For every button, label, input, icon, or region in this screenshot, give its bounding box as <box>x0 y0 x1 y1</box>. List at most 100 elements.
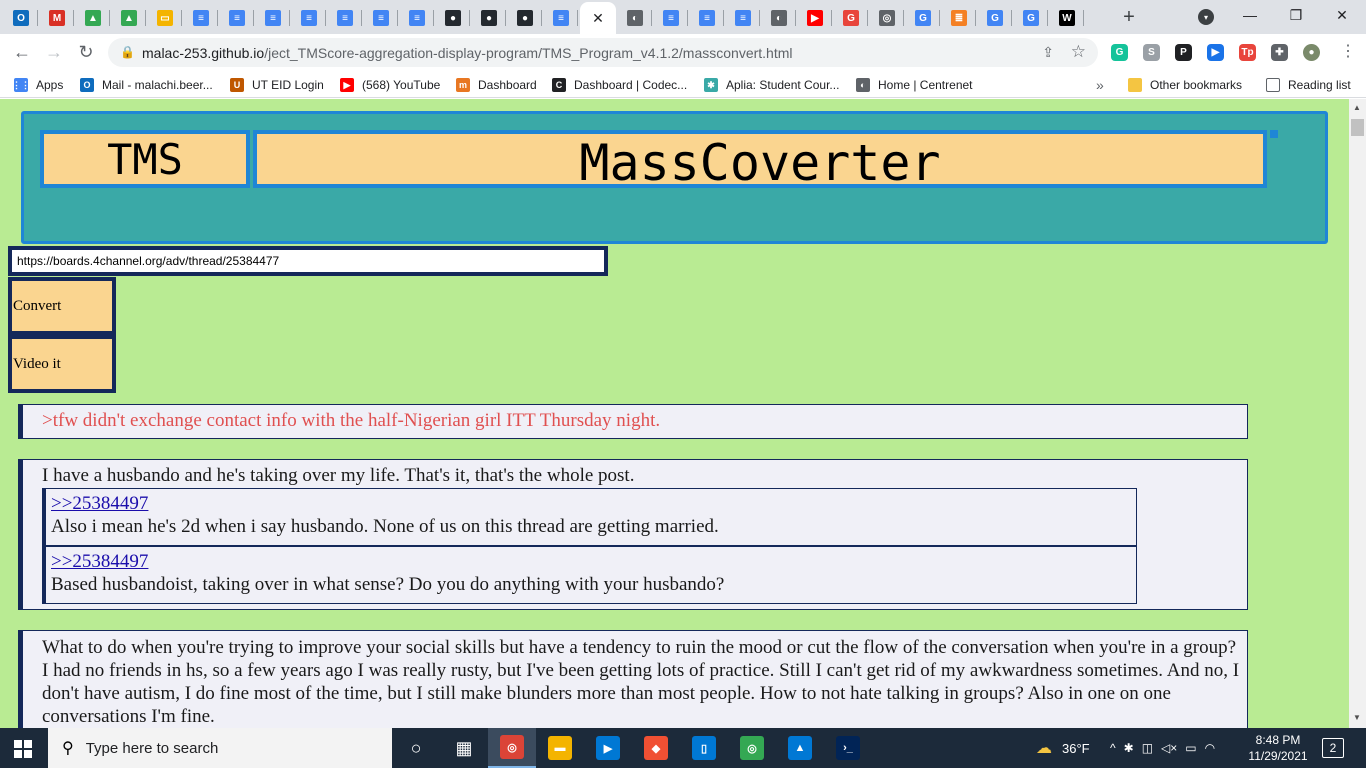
share-icon[interactable]: ⇪ <box>1042 44 1054 61</box>
taskbar-app[interactable]: ◎ <box>728 728 776 768</box>
notification-center-button[interactable]: 2 <box>1322 738 1344 758</box>
bookmark-item[interactable]: O Mail - malachi.beer... <box>80 76 213 94</box>
browser-tab[interactable]: ● <box>472 6 506 30</box>
taskbar-app[interactable]: ▬ <box>536 728 584 768</box>
taskbar-clock[interactable]: 8:48 PM 11/29/2021 <box>1246 732 1310 764</box>
wifi-icon[interactable]: ◠ <box>1205 741 1215 755</box>
meet-now-icon[interactable]: ◫ <box>1142 741 1153 755</box>
browser-tab[interactable]: ≡ <box>256 6 290 30</box>
browser-tab[interactable]: G <box>1014 6 1048 30</box>
bookmark-item[interactable]: ⋮⋮ Apps <box>12 76 63 94</box>
browser-tab[interactable]: G <box>834 6 868 30</box>
profile-avatar-icon[interactable]: ● <box>1303 44 1320 61</box>
play-icon[interactable]: ▶ <box>1207 44 1224 61</box>
taskbar-app[interactable]: ◆ <box>632 728 680 768</box>
browser-tab[interactable]: ≣ <box>942 6 976 30</box>
browser-tab[interactable]: G <box>906 6 940 30</box>
taskbar-app[interactable]: ›_ <box>824 728 872 768</box>
video-it-button[interactable]: Video it <box>8 335 116 393</box>
address-bar[interactable]: 🔒 malac-253.github.io/ject_TMScore-aggre… <box>108 38 1098 67</box>
slides-icon: ▭ <box>157 10 173 26</box>
other-bookmarks[interactable]: Other bookmarks <box>1128 76 1242 94</box>
browser-tab[interactable]: ≡ <box>184 6 218 30</box>
browser-tab[interactable]: ▶ <box>798 6 832 30</box>
scroll-thumb[interactable] <box>1351 119 1364 136</box>
new-tab-button[interactable]: + <box>1118 6 1140 28</box>
forward-button[interactable]: → <box>42 40 66 64</box>
browser-tab[interactable]: ◐ <box>618 6 652 30</box>
browser-tab[interactable]: ≡ <box>654 6 688 30</box>
browser-tab[interactable]: W <box>1050 6 1084 30</box>
browser-tab[interactable]: ● <box>508 6 542 30</box>
start-button[interactable] <box>14 740 32 758</box>
page-scrollbar[interactable]: ▲ ▼ <box>1349 99 1366 728</box>
browser-tab[interactable]: ≡ <box>544 6 578 30</box>
bookmark-item[interactable]: m Dashboard <box>456 76 537 94</box>
grammarly-icon[interactable]: G <box>1111 44 1128 61</box>
reading-list[interactable]: Reading list <box>1266 76 1351 94</box>
weather-widget[interactable]: ☁ 36°F <box>1036 728 1090 768</box>
puzzle-icon[interactable]: ✚ <box>1271 44 1288 61</box>
browser-tab[interactable]: ≡ <box>328 6 362 30</box>
taskbar-app[interactable]: ▲ <box>776 728 824 768</box>
bluetooth-icon[interactable]: ✱ <box>1124 741 1134 755</box>
browser-tab[interactable]: ≡ <box>690 6 724 30</box>
browser-tab[interactable]: ≡ <box>364 6 398 30</box>
browser-tab[interactable]: ✕ <box>580 2 616 34</box>
browser-tab[interactable]: ◎ <box>870 6 904 30</box>
close-tab-icon[interactable]: ✕ <box>592 10 604 27</box>
taskbar-app[interactable]: ◎ <box>488 728 536 768</box>
minimize-button[interactable]: — <box>1230 4 1270 26</box>
browser-tab[interactable]: ◐ <box>762 6 796 30</box>
convert-button[interactable]: Convert <box>8 277 116 335</box>
wikipedia-icon: W <box>1059 10 1075 26</box>
volume-muted-icon[interactable]: ◁× <box>1161 741 1177 755</box>
browser-tab[interactable]: ▭ <box>148 6 182 30</box>
browser-tab[interactable]: ≡ <box>292 6 326 30</box>
scroll-up-icon[interactable]: ▲ <box>1353 103 1361 112</box>
header-handle <box>1270 130 1278 138</box>
windows-logo-pane <box>24 750 32 758</box>
bookmark-item[interactable]: C Dashboard | Codec... <box>552 76 687 94</box>
reload-button[interactable]: ↻ <box>74 40 98 64</box>
taskbar-app[interactable]: ▯ <box>680 728 728 768</box>
taskbar-app[interactable]: ▶ <box>584 728 632 768</box>
taskbar-app[interactable]: ▦ <box>440 728 488 768</box>
browser-tab[interactable]: O <box>4 6 38 30</box>
reply-quote-link[interactable]: >>25384497 <box>51 551 1136 573</box>
tp-icon[interactable]: Tp <box>1239 44 1256 61</box>
browser-tab[interactable]: ≡ <box>400 6 434 30</box>
browser-tab[interactable]: ▲ <box>112 6 146 30</box>
s-icon[interactable]: S <box>1143 44 1160 61</box>
app-title-massconverter: MassCoverter <box>253 130 1267 192</box>
tab-search-button[interactable]: ▾ <box>1198 9 1214 25</box>
scroll-down-icon[interactable]: ▼ <box>1353 713 1361 722</box>
browser-tab[interactable]: G <box>978 6 1012 30</box>
tray-overflow-icon[interactable]: ^ <box>1110 741 1116 755</box>
lock-icon[interactable]: 🔒 <box>120 45 135 59</box>
bookmark-label: UT EID Login <box>252 78 324 92</box>
p-icon[interactable]: P <box>1175 44 1192 61</box>
browser-tab[interactable]: ≡ <box>726 6 760 30</box>
browser-tab[interactable]: ● <box>436 6 470 30</box>
bookmarks-more-button[interactable]: » <box>1096 76 1104 94</box>
taskbar-app[interactable]: ○ <box>392 728 440 768</box>
browser-tab[interactable]: M <box>40 6 74 30</box>
taskbar-search-box[interactable]: ⚲ Type here to search <box>48 728 392 768</box>
browser-menu-button[interactable]: ⋮ <box>1340 42 1356 62</box>
bookmark-item[interactable]: ◐ Home | Centrenet <box>856 76 973 94</box>
back-button[interactable]: ← <box>10 40 34 64</box>
bookmark-star-icon[interactable]: ☆ <box>1071 42 1086 62</box>
browser-tab[interactable]: ≡ <box>220 6 254 30</box>
browser-tab[interactable]: ▲ <box>76 6 110 30</box>
bookmark-item[interactable]: U UT EID Login <box>230 76 324 94</box>
bookmark-item[interactable]: ▶ (568) YouTube <box>340 76 440 94</box>
thread-url-input[interactable] <box>8 246 608 276</box>
reply-quote-link[interactable]: >>25384497 <box>51 493 1136 515</box>
bookmark-item[interactable]: ✱ Aplia: Student Cour... <box>704 76 839 94</box>
window-close-button[interactable]: ✕ <box>1322 4 1362 26</box>
maximize-button[interactable]: ❐ <box>1276 4 1316 26</box>
address-url[interactable]: malac-253.github.io/ject_TMScore-aggrega… <box>142 45 793 61</box>
battery-icon[interactable]: ▭ <box>1185 741 1196 755</box>
page-viewport: TMS MassCoverter Convert Video it >tfw d… <box>0 99 1349 728</box>
